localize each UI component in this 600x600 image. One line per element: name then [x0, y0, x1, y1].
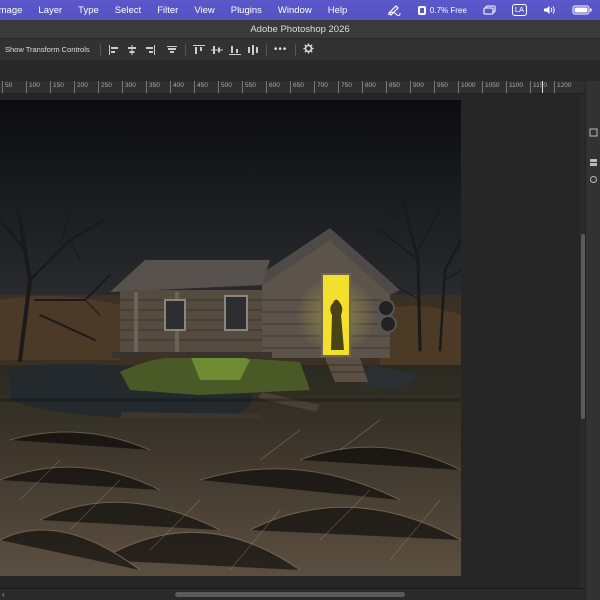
horizontal-scrollbar[interactable]: ‹ [0, 588, 585, 600]
show-transform-controls-label[interactable]: Show Transform Controls [0, 45, 90, 54]
document-image[interactable] [0, 100, 461, 576]
window-title: Adobe Photoshop 2026 [250, 23, 350, 35]
distribute-icon[interactable] [244, 43, 262, 57]
ruler-label: 900 [410, 81, 424, 93]
menu-select[interactable]: Select [107, 5, 149, 16]
align-right-icon[interactable] [141, 43, 159, 57]
gear-icon[interactable] [300, 43, 318, 56]
menu-plugins[interactable]: Plugins [223, 5, 270, 16]
menu-list: Image Layer Type Select Filter View Plug… [0, 0, 355, 20]
ruler-label: 1150 [530, 81, 547, 93]
document-tab-bar [0, 61, 600, 81]
pen-scribble-icon[interactable] [379, 0, 409, 20]
macos-menu-bar: Image Layer Type Select Filter View Plug… [0, 0, 600, 20]
canvas-area[interactable] [0, 94, 580, 588]
menu-window[interactable]: Window [270, 5, 320, 16]
panel-icon[interactable] [589, 171, 598, 183]
divider [294, 43, 296, 56]
align-bottom-edges-icon[interactable] [226, 43, 244, 57]
align-top-icon[interactable] [163, 43, 181, 57]
ruler-label: 500 [218, 81, 232, 93]
move-tool-options-bar: Show Transform Controls ••• [0, 39, 600, 61]
right-panel-strip [585, 81, 600, 600]
memory-status[interactable]: 0.7% Free [409, 0, 475, 20]
ruler-label: 1050 [482, 81, 499, 93]
screen-mirror-icon[interactable] [475, 0, 504, 20]
panel-icon[interactable] [589, 154, 598, 166]
menu-image[interactable]: Image [0, 5, 30, 16]
input-source[interactable]: LA [504, 0, 535, 20]
haunted-cabin-photo [0, 100, 461, 576]
ruler-label: 400 [170, 81, 184, 93]
divider [184, 43, 186, 56]
more-options-button[interactable]: ••• [271, 44, 291, 55]
ruler-label: 800 [362, 81, 376, 93]
ruler-label: 750 [338, 81, 352, 93]
ruler-label: 450 [194, 81, 208, 93]
ruler-label: 1000 [458, 81, 475, 93]
memory-free-text: 0.7% Free [429, 5, 467, 15]
ruler-label: 350 [146, 81, 160, 93]
ruler-label: 150 [50, 81, 64, 93]
ruler-cursor-marker [542, 81, 543, 93]
ruler-label: 850 [386, 81, 400, 93]
ruler-label: 100 [26, 81, 40, 93]
ruler-label: 650 [290, 81, 304, 93]
ruler-label: 550 [242, 81, 256, 93]
memory-icon [417, 5, 426, 15]
ruler-label: 700 [314, 81, 328, 93]
scroll-left-arrow-icon[interactable]: ‹ [2, 590, 5, 599]
align-left-icon[interactable] [105, 43, 123, 57]
horizontal-scrollbar-thumb[interactable] [175, 592, 405, 597]
panel-icon[interactable] [589, 124, 598, 137]
menu-filter[interactable]: Filter [149, 5, 186, 16]
align-horizontal-center-icon[interactable] [123, 43, 141, 57]
align-vertical-center-icon[interactable] [208, 43, 226, 57]
menu-view[interactable]: View [186, 5, 222, 16]
divider [265, 43, 267, 56]
divider [99, 43, 101, 56]
language-badge: LA [511, 4, 527, 16]
ruler-label: 1100 [506, 81, 523, 93]
menu-help[interactable]: Help [320, 5, 356, 16]
align-top-edges-icon[interactable] [190, 43, 208, 57]
horizontal-ruler[interactable]: 50 100 150 200 250 300 350 400 450 500 5… [0, 81, 585, 94]
volume-icon[interactable] [535, 0, 564, 20]
ruler-label: 300 [122, 81, 136, 93]
status-area: 0.7% Free LA [379, 0, 600, 20]
ruler-label: 50 [2, 81, 12, 93]
ruler-label: 1200 [554, 81, 571, 93]
menu-layer[interactable]: Layer [30, 5, 70, 16]
ruler-label: 600 [266, 81, 280, 93]
app-title-bar: Adobe Photoshop 2026 [0, 20, 600, 39]
ruler-label: 950 [434, 81, 448, 93]
ruler-label: 250 [98, 81, 112, 93]
battery-icon[interactable] [564, 0, 600, 20]
menu-type[interactable]: Type [70, 5, 107, 16]
ruler-label: 200 [74, 81, 88, 93]
